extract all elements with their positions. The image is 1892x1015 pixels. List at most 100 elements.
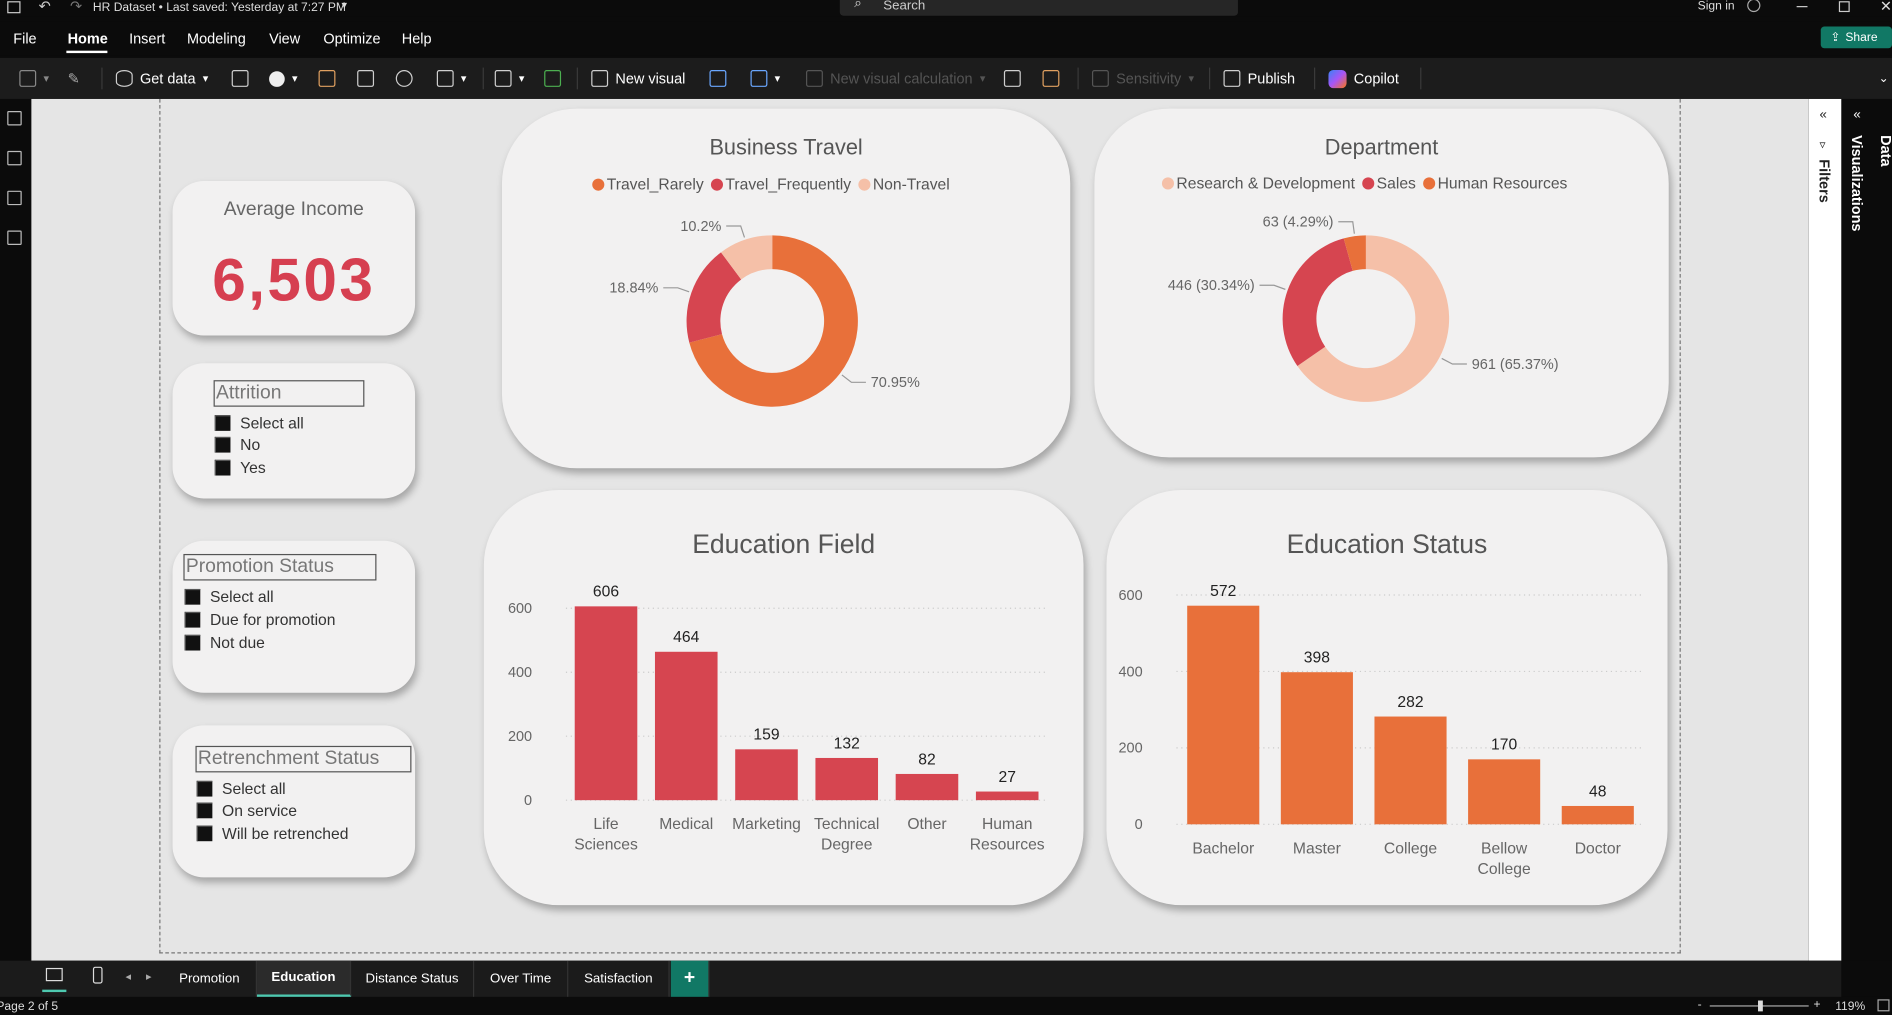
share-button[interactable]: ⇪ Share: [1820, 26, 1892, 49]
report-view-icon[interactable]: [7, 111, 22, 126]
sensitivity-button[interactable]: Sensitivity ▾: [1091, 58, 1194, 99]
save-icon[interactable]: [7, 1, 21, 14]
enter-data-button[interactable]: [357, 58, 375, 99]
previous-page-icon[interactable]: ◂: [125, 970, 130, 983]
x-tick-label: Degree: [821, 837, 873, 854]
x-tick-label: Medical: [659, 816, 713, 833]
checkbox-icon: [214, 415, 231, 431]
education-status-card[interactable]: Education Status 0 200 400 600 572 Bachelor 39…: [1106, 490, 1668, 906]
x-tick-label: Resources: [970, 837, 1045, 854]
dax-query-view-icon[interactable]: [7, 230, 22, 246]
transform-data-button[interactable]: ▾: [494, 58, 524, 99]
new-visual-calculation-button[interactable]: New visual calculation ▾: [806, 58, 985, 99]
menu-file[interactable]: File: [13, 30, 36, 47]
option-label: Select all: [240, 413, 304, 433]
menu-home[interactable]: Home: [68, 30, 108, 47]
chevron-down-icon[interactable]: ▾: [341, 0, 346, 12]
recent-sources-button[interactable]: ▾: [436, 58, 466, 99]
sign-in-link[interactable]: Sign in: [1698, 0, 1735, 13]
attrition-option-no[interactable]: No: [214, 436, 260, 454]
copilot-button[interactable]: Copilot: [1328, 58, 1399, 99]
format-painter-button[interactable]: ✎: [68, 58, 80, 99]
minimize-icon[interactable]: [1796, 6, 1808, 8]
menu-home-underline: [66, 50, 108, 54]
zoom-in-button[interactable]: +: [1814, 998, 1821, 1011]
visualizations-label[interactable]: Visualizations: [1849, 135, 1866, 231]
business-travel-card[interactable]: Business Travel Travel_Rarely Travel_Freq…: [501, 108, 1071, 469]
retrenchment-option-will-be-retrenched[interactable]: Will be retrenched: [196, 824, 348, 842]
publish-button[interactable]: Publish: [1223, 58, 1295, 99]
desktop-layout-icon[interactable]: [45, 967, 63, 982]
legend-label: Travel_Frequently: [725, 176, 851, 193]
quick-measure-button[interactable]: [1042, 58, 1060, 99]
promotion-option-select-all[interactable]: Select all: [184, 587, 274, 606]
x-tick-label: Human: [982, 816, 1033, 833]
promotion-option-due[interactable]: Due for promotion: [184, 611, 336, 629]
promotion-option-not-due[interactable]: Not due: [184, 634, 265, 652]
y-tick-label: 200: [508, 729, 532, 745]
attrition-option-yes[interactable]: Yes: [214, 459, 266, 477]
data-pane-label[interactable]: Data: [1877, 135, 1892, 176]
filters-pane-collapsed[interactable]: « ▿ Filters: [1808, 98, 1842, 961]
zoom-level[interactable]: 119%: [1835, 1001, 1865, 1014]
attrition-slicer-title: Attrition: [213, 380, 365, 407]
user-icon[interactable]: [1747, 0, 1761, 13]
model-view-icon[interactable]: [7, 190, 22, 206]
copilot-icon: [1328, 69, 1347, 88]
sensitivity-icon: [1091, 70, 1109, 87]
text-box-button[interactable]: [709, 58, 727, 99]
refresh-button[interactable]: [544, 58, 562, 99]
new-measure-button[interactable]: [1003, 58, 1021, 99]
excel-button[interactable]: [231, 58, 249, 99]
menu-modeling[interactable]: Modeling: [187, 30, 246, 47]
table-view-icon[interactable]: [7, 150, 22, 166]
fit-page-icon[interactable]: [1877, 999, 1890, 1012]
menu-insert[interactable]: Insert: [129, 30, 165, 47]
tab-education[interactable]: Education: [257, 960, 352, 997]
calculation-icon: [806, 70, 823, 87]
bar-bachelor: [1187, 605, 1260, 825]
get-data-button[interactable]: Get data ▾: [115, 58, 208, 99]
paste-button[interactable]: ▾: [19, 58, 49, 99]
zoom-slider-thumb[interactable]: [1758, 1000, 1763, 1012]
redo-icon[interactable]: ↷: [70, 0, 82, 14]
sql-button[interactable]: [318, 58, 336, 99]
search-input[interactable]: ⌕ Search: [839, 0, 1238, 16]
mobile-layout-icon[interactable]: [92, 966, 103, 984]
dataverse-button[interactable]: [395, 58, 413, 99]
tab-distance-status[interactable]: Distance Status: [351, 960, 475, 997]
x-tick-label: Marketing: [732, 816, 801, 833]
menu-view[interactable]: View: [269, 30, 300, 47]
menu-help[interactable]: Help: [402, 30, 432, 47]
tab-over-time[interactable]: Over Time: [474, 960, 569, 997]
department-card[interactable]: Department Research & Development Sales Hu…: [1094, 108, 1669, 458]
retrenchment-option-select-all[interactable]: Select all: [196, 780, 286, 798]
undo-icon[interactable]: ↶: [39, 0, 51, 14]
close-icon[interactable]: ✕: [1880, 0, 1892, 14]
attrition-option-select-all[interactable]: Select all: [214, 413, 304, 433]
data-hub-button[interactable]: ▾: [269, 58, 297, 99]
menu-optimize[interactable]: Optimize: [323, 30, 380, 47]
expand-visualizations-icon[interactable]: «: [1853, 107, 1860, 121]
share-label: Share: [1845, 30, 1878, 45]
tab-satisfaction[interactable]: Satisfaction: [568, 960, 670, 997]
recent-sources-icon: [436, 70, 454, 87]
collapse-ribbon-button[interactable]: ⌄: [1879, 58, 1889, 99]
slice-label: 446 (30.34%): [1168, 278, 1255, 294]
zoom-out-button[interactable]: -: [1698, 998, 1702, 1011]
data-label: 27: [998, 769, 1015, 786]
add-page-button[interactable]: +: [670, 960, 710, 997]
expand-filters-icon[interactable]: «: [1820, 107, 1827, 121]
more-visuals-button[interactable]: ▾: [750, 58, 780, 99]
new-visual-button[interactable]: New visual: [591, 58, 685, 99]
retrenchment-option-on-service[interactable]: On service: [196, 801, 297, 819]
tab-promotion[interactable]: Promotion: [163, 960, 258, 997]
maximize-icon[interactable]: [1838, 1, 1850, 13]
y-tick-label: 600: [1119, 588, 1143, 604]
option-label: Select all: [209, 587, 274, 606]
education-field-card[interactable]: Education Field 0 200 400 600 606 Life Science…: [483, 490, 1084, 906]
legend-marker-icon: [592, 178, 605, 191]
next-page-icon[interactable]: ▸: [146, 970, 151, 983]
kpi-card[interactable]: Average Income 6,503: [172, 181, 416, 336]
checkbox-icon: [214, 459, 231, 476]
